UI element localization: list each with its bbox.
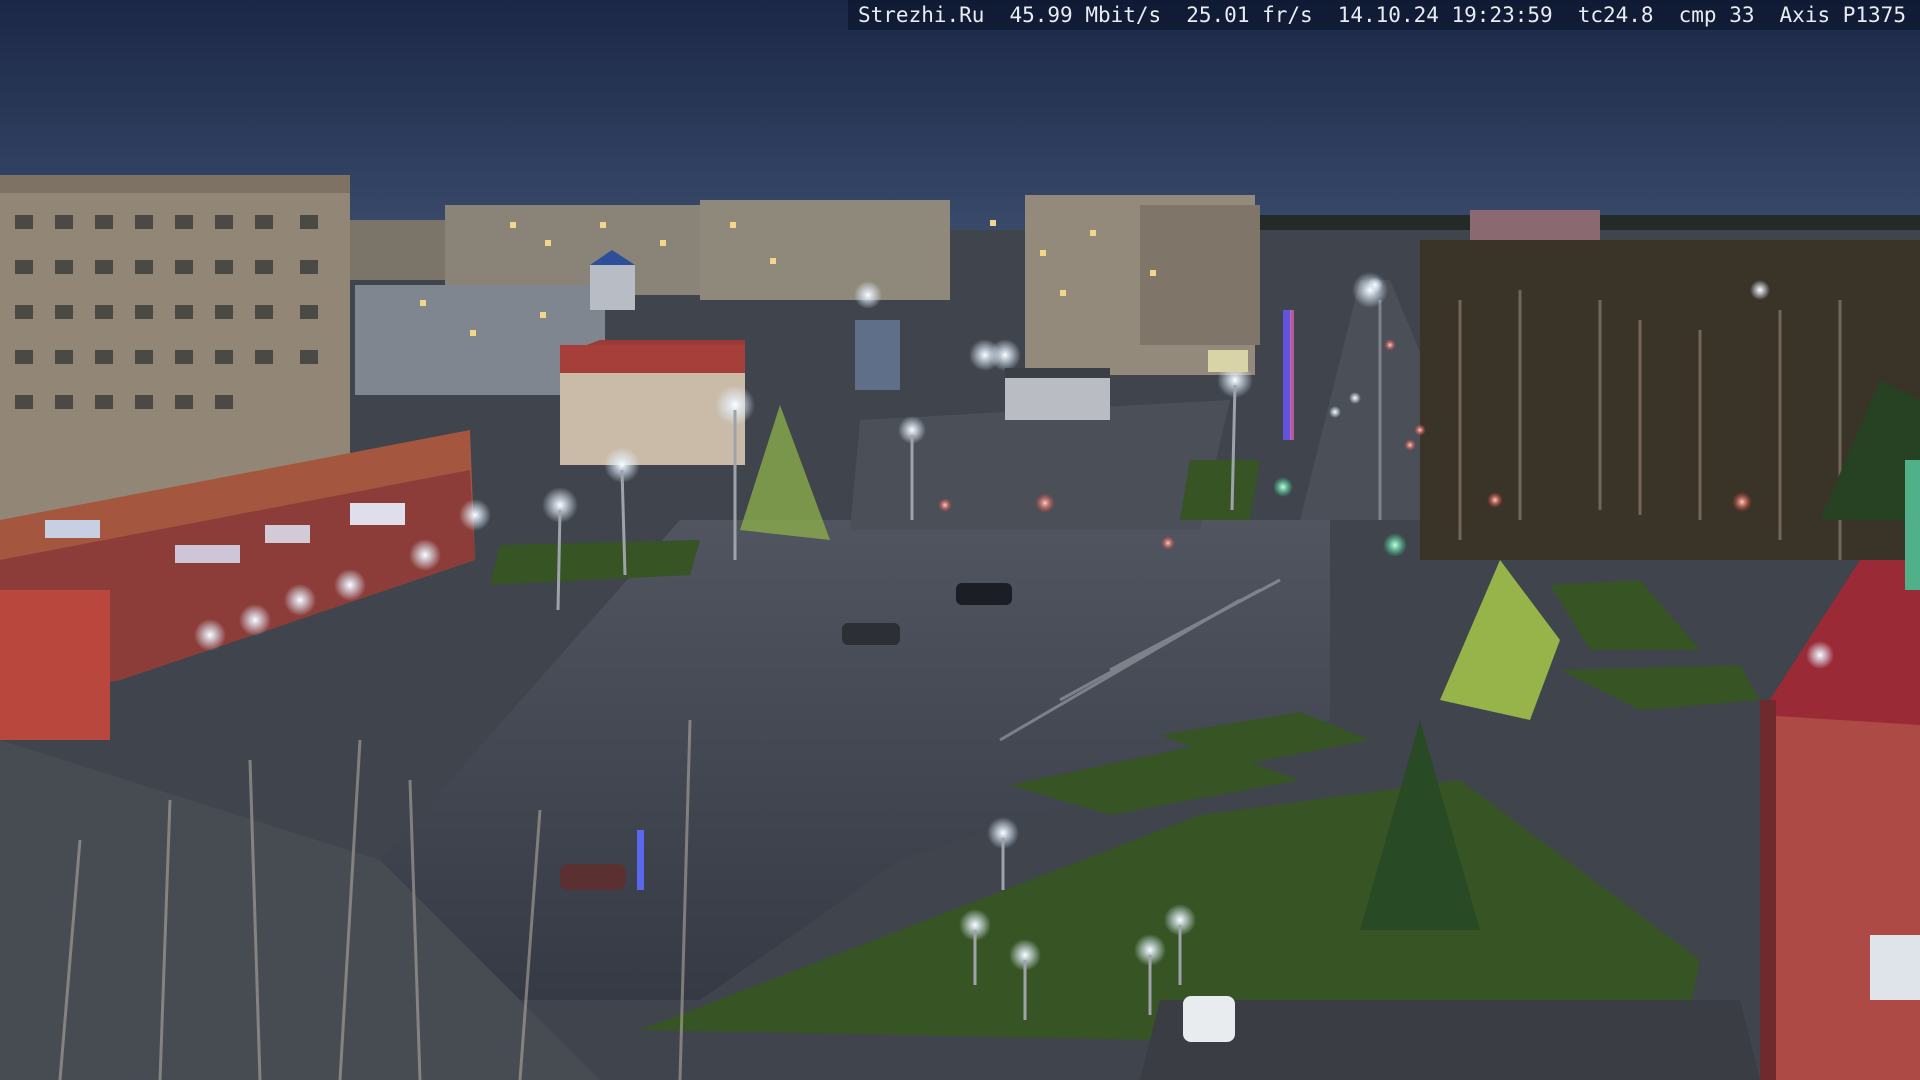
overlay-bitrate: 45.99 Mbit/s (1009, 3, 1162, 27)
overlay-datetime: 14.10.24 19:23:59 (1337, 3, 1553, 27)
overlay-site: Strezhi.Ru (858, 3, 985, 27)
overlay-framerate: 25.01 fr/s (1186, 3, 1313, 27)
overlay-compression: cmp 33 (1678, 3, 1755, 27)
camera-scene (0, 0, 1920, 1080)
overlay-camera-model: Axis P1375 (1779, 3, 1906, 27)
overlay-temperature: tc24.8 (1577, 3, 1654, 27)
camera-info-overlay: Strezhi.Ru 45.99 Mbit/s 25.01 fr/s 14.10… (848, 0, 1920, 30)
